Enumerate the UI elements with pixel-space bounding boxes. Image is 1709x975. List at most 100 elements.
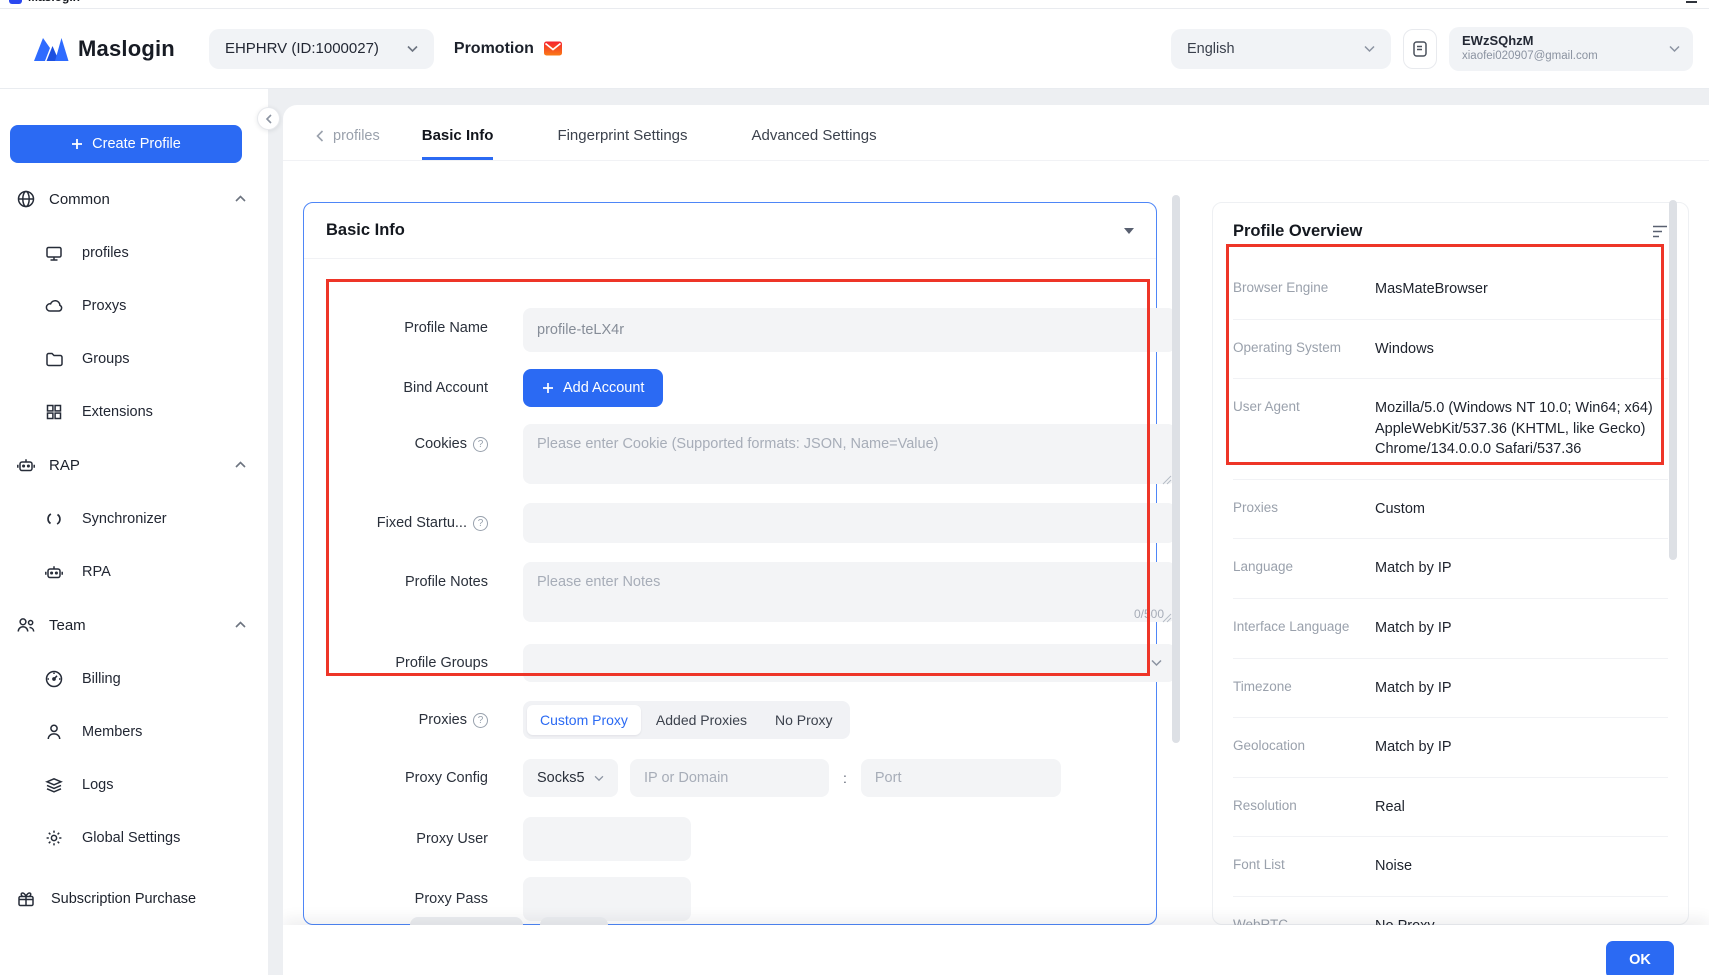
proxy-separator: :: [843, 770, 847, 786]
overview-row-timezone: Timezone Match by IP: [1233, 659, 1668, 719]
maslogin-logo-icon: [33, 35, 69, 62]
section-label: Common: [49, 191, 110, 208]
promotion-label: Promotion: [454, 40, 534, 58]
proxy-pass-input[interactable]: [523, 877, 691, 921]
chevron-down-icon: [1364, 45, 1375, 53]
help-icon[interactable]: [473, 516, 488, 531]
sidebar-item-global-settings[interactable]: Global Settings: [0, 811, 268, 864]
tab-bar: profiles Basic Info Fingerprint Settings…: [283, 105, 1709, 161]
tab-advanced-settings[interactable]: Advanced Settings: [752, 127, 877, 160]
profile-notes-textarea[interactable]: [523, 562, 1176, 622]
sidebar-item-proxys[interactable]: Proxys: [0, 279, 268, 332]
chevron-up-icon: [235, 195, 246, 203]
sidebar-item-label: Members: [82, 724, 142, 740]
sidebar-item-label: Logs: [82, 777, 113, 793]
proxy-protocol-select[interactable]: Socks5: [523, 759, 618, 797]
tab-fingerprint-settings[interactable]: Fingerprint Settings: [557, 127, 687, 160]
profile-notes-label: Profile Notes: [405, 574, 488, 590]
add-account-button[interactable]: Add Account: [523, 369, 663, 407]
sidebar-section-rap[interactable]: RAP: [0, 438, 268, 492]
proxy-mode-added-proxies[interactable]: Added Proxies: [643, 705, 760, 735]
proxy-port-input[interactable]: [861, 759, 1061, 797]
basic-info-card: Basic Info Profile Name Bind Account: [303, 202, 1157, 925]
sidebar-item-label: Groups: [82, 351, 130, 367]
content-card: profiles Basic Info Fingerprint Settings…: [283, 105, 1709, 975]
folder-icon: [44, 349, 64, 369]
sidebar: Create Profile Common profiles Proxys Gr…: [0, 89, 268, 975]
overview-scrollbar[interactable]: [1669, 200, 1677, 560]
help-icon[interactable]: [473, 437, 488, 452]
chevron-up-icon: [235, 461, 246, 469]
person-icon: [44, 722, 64, 742]
sidebar-item-extensions[interactable]: Extensions: [0, 385, 268, 438]
overview-row-resolution: Resolution Real: [1233, 778, 1668, 838]
window-titlebar: Maslogin: [0, 0, 1709, 9]
sidebar-nav: Common profiles Proxys Groups Extensions: [0, 172, 268, 925]
sidebar-item-synchronizer[interactable]: Synchronizer: [0, 492, 268, 545]
overview-row-interface-language: Interface Language Match by IP: [1233, 599, 1668, 659]
promotion-link[interactable]: Promotion: [454, 40, 563, 58]
proxy-ip-input[interactable]: [630, 759, 829, 797]
form-row-profile-name: Profile Name: [339, 308, 1156, 352]
fixed-startup-label: Fixed Startu...: [377, 515, 467, 531]
minimize-icon[interactable]: [1686, 1, 1697, 3]
collapse-caret-icon[interactable]: [1124, 228, 1134, 234]
sidebar-section-team[interactable]: Team: [0, 598, 268, 652]
proxy-mode-segmented-control: Custom Proxy Added Proxies No Proxy: [523, 701, 850, 739]
add-account-label: Add Account: [563, 380, 644, 396]
create-profile-button[interactable]: Create Profile: [10, 125, 242, 163]
proxy-user-input[interactable]: [523, 817, 691, 861]
layers-icon: [44, 775, 64, 795]
proxies-label: Proxies: [419, 712, 467, 728]
sidebar-item-groups[interactable]: Groups: [0, 332, 268, 385]
docs-button[interactable]: [1403, 29, 1437, 69]
sidebar-section-common[interactable]: Common: [0, 172, 268, 226]
basic-info-header: Basic Info: [304, 203, 1156, 259]
profile-overview-title: Profile Overview: [1233, 222, 1362, 241]
overview-row-geolocation: Geolocation Match by IP: [1233, 718, 1668, 778]
sidebar-item-label: Proxys: [82, 298, 126, 314]
user-account-menu[interactable]: EWzSQhzM xiaofei020907@gmail.com: [1449, 27, 1693, 71]
sidebar-item-label: RPA: [82, 564, 111, 580]
overview-row-browser-engine: Browser Engine MasMateBrowser: [1233, 260, 1668, 320]
sidebar-item-subscription-purchase[interactable]: Subscription Purchase: [0, 872, 268, 925]
language-selector[interactable]: English: [1171, 29, 1391, 69]
sidebar-item-profiles[interactable]: profiles: [0, 226, 268, 279]
sidebar-item-label: Extensions: [82, 404, 153, 420]
sidebar-item-rpa[interactable]: RPA: [0, 545, 268, 598]
proxy-mode-no-proxy[interactable]: No Proxy: [762, 705, 846, 735]
workspace-selector[interactable]: EHPHRV (ID:1000027): [209, 29, 434, 69]
extensions-grid-icon: [44, 402, 64, 422]
profile-overview-rows: Browser Engine MasMateBrowser Operating …: [1213, 260, 1688, 957]
plus-icon: [542, 382, 554, 394]
form-row-fixed-startup: Fixed Startu...: [339, 503, 1156, 543]
form-row-proxies: Proxies Custom Proxy Added Proxies No Pr…: [339, 701, 1156, 739]
ok-button[interactable]: OK: [1606, 941, 1674, 975]
profile-name-input[interactable]: [523, 308, 1176, 352]
bind-account-label: Bind Account: [403, 380, 488, 396]
section-label: Team: [49, 617, 86, 634]
profile-groups-select[interactable]: [523, 644, 1176, 682]
overview-row-font-list: Font List Noise: [1233, 837, 1668, 897]
fixed-startup-input[interactable]: [523, 503, 1176, 543]
proxy-mode-custom-proxy[interactable]: Custom Proxy: [527, 705, 641, 735]
proxy-pass-label: Proxy Pass: [415, 891, 488, 907]
sidebar-collapse-button[interactable]: [257, 107, 280, 130]
main-scrollbar[interactable]: [1172, 195, 1180, 743]
titlebar-logo-icon: [9, 0, 22, 4]
proxy-config-label: Proxy Config: [405, 770, 488, 786]
language-label: English: [1187, 41, 1235, 57]
profile-overview-card: Profile Overview Browser Engine MasMateB…: [1212, 202, 1689, 925]
list-settings-icon[interactable]: [1652, 225, 1668, 238]
chevron-up-icon: [235, 621, 246, 629]
tab-basic-info[interactable]: Basic Info: [422, 127, 494, 160]
sidebar-item-logs[interactable]: Logs: [0, 758, 268, 811]
help-icon[interactable]: [473, 713, 488, 728]
cookies-textarea[interactable]: [523, 424, 1176, 484]
sidebar-item-billing[interactable]: Billing: [0, 652, 268, 705]
main-area: profiles Basic Info Fingerprint Settings…: [268, 89, 1709, 975]
breadcrumb-back-profiles[interactable]: profiles: [316, 128, 380, 160]
form-row-proxy-user: Proxy User: [339, 817, 1156, 861]
sidebar-item-label: Global Settings: [82, 830, 180, 846]
sidebar-item-members[interactable]: Members: [0, 705, 268, 758]
